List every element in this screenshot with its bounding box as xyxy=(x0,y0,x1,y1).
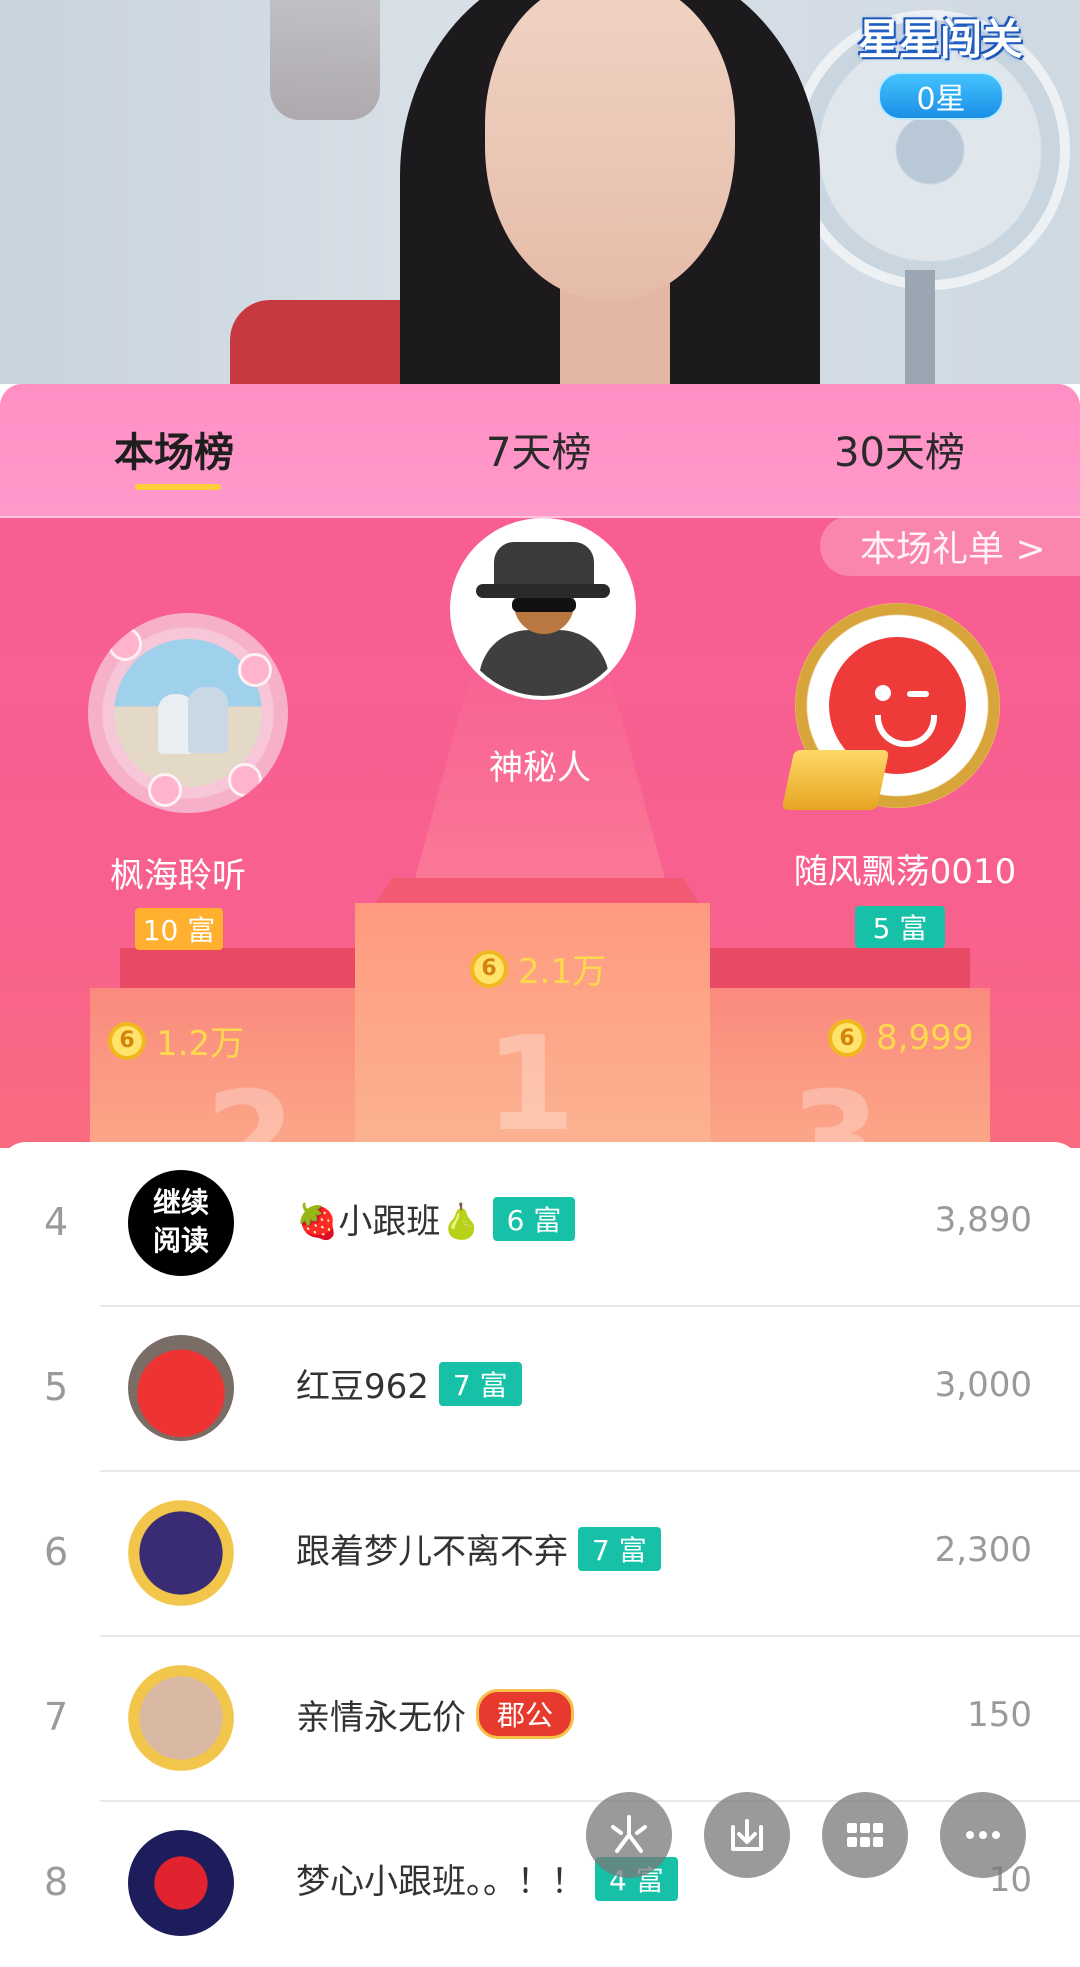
third-place-coins: 6 8,999 xyxy=(828,1018,973,1058)
grid-menu-button[interactable] xyxy=(822,1792,908,1878)
flower-decoration xyxy=(148,773,182,807)
tab-current-session[interactable]: 本场榜 xyxy=(114,420,234,478)
background-shelf xyxy=(270,0,380,120)
fan-stand xyxy=(905,270,935,384)
mystery-body xyxy=(479,630,609,696)
left-eye xyxy=(875,685,891,701)
user-name[interactable]: 红豆962 xyxy=(296,1359,429,1408)
grid-icon xyxy=(847,1823,883,1847)
avatar-text: 继续 阅读 xyxy=(152,1186,209,1257)
list-item[interactable]: 6 跟着梦儿不离不弃 7 富 2,300 xyxy=(0,1472,1080,1637)
smile xyxy=(875,715,937,747)
user-name-row: 🍓小跟班🍐 6 富 xyxy=(296,1194,576,1243)
podium-number-2: 2 xyxy=(205,1063,296,1148)
right-eye-wink xyxy=(907,691,929,697)
avatar[interactable] xyxy=(128,1830,234,1936)
score: 2,300 xyxy=(934,1530,1032,1570)
more-button[interactable] xyxy=(940,1792,1026,1878)
second-place-coin-value: 1.2万 xyxy=(156,1024,245,1064)
star-count-badge[interactable]: 0星 xyxy=(878,72,1004,120)
second-place-coins: 6 1.2万 xyxy=(108,1016,244,1065)
flower-decoration xyxy=(108,627,142,661)
couple-person-b xyxy=(188,687,228,753)
coin-icon: 6 xyxy=(828,1019,866,1057)
active-tab-indicator xyxy=(135,484,221,490)
rich-badge: 6 富 xyxy=(492,1196,576,1241)
rank-number: 5 xyxy=(44,1365,69,1409)
score: 3,890 xyxy=(934,1200,1032,1240)
tab-30-days[interactable]: 30天榜 xyxy=(834,420,965,478)
first-place-avatar[interactable] xyxy=(450,518,636,700)
user-name[interactable]: 🍓小跟班🍐 xyxy=(296,1194,483,1243)
rank-number: 4 xyxy=(44,1200,69,1244)
mystery-sunglasses xyxy=(512,598,576,612)
avatar[interactable] xyxy=(128,1665,234,1771)
podium-2-top xyxy=(120,948,365,993)
mystery-hat-brim xyxy=(476,584,610,598)
third-place-rich-badge: 5 富 xyxy=(855,906,945,948)
user-name-row: 跟着梦儿不离不弃 7 富 xyxy=(296,1524,661,1573)
game-title[interactable]: 星星闯关 xyxy=(840,6,1040,64)
avatar[interactable]: 继续 阅读 xyxy=(128,1170,234,1276)
download-icon xyxy=(731,1819,763,1851)
user-name[interactable]: 亲情永无价 xyxy=(296,1690,466,1739)
user-name[interactable]: 跟着梦儿不离不弃 xyxy=(296,1524,568,1573)
top-three-podium: 1 2 3 本场礼单 > 神秘人 6 2.1万 枫海聆听 10 富 6 1.2万 xyxy=(0,518,1080,1148)
rank-number: 6 xyxy=(44,1530,69,1574)
sparkle-icon xyxy=(611,1815,647,1853)
more-icon xyxy=(966,1831,1000,1839)
second-place-avatar[interactable] xyxy=(88,613,288,813)
first-place-name[interactable]: 神秘人 xyxy=(438,740,642,789)
podium-number-1: 1 xyxy=(485,1008,576,1148)
second-place-name[interactable]: 枫海聆听 xyxy=(78,848,278,897)
score: 3,000 xyxy=(934,1365,1032,1405)
list-item[interactable]: 5 红豆962 7 富 3,000 xyxy=(0,1307,1080,1472)
coin-icon: 6 xyxy=(470,949,508,988)
score: 150 xyxy=(967,1695,1032,1735)
tab-7-days[interactable]: 7天榜 xyxy=(486,420,591,478)
gold-bar-decoration xyxy=(781,750,890,810)
coin-icon: 6 xyxy=(108,1021,146,1060)
flower-decoration xyxy=(238,653,272,687)
podium-number-3: 3 xyxy=(790,1063,881,1148)
flower-decoration xyxy=(228,763,262,797)
session-gift-list-button[interactable]: 本场礼单 > xyxy=(820,518,1080,576)
ranking-list: 4 继续 阅读 🍓小跟班🍐 6 富 3,890 5 红豆962 7 富 3,00… xyxy=(0,1142,1080,1936)
second-place-rich-badge: 10 富 xyxy=(135,908,223,950)
noble-title-badge: 郡公 xyxy=(476,1689,575,1739)
avatar[interactable] xyxy=(128,1500,234,1606)
streamer-face xyxy=(485,0,735,300)
list-item[interactable]: 8 梦心小跟班。。！！ 4 富 10 xyxy=(0,1802,1080,1967)
third-place-coin-value: 8,999 xyxy=(876,1018,974,1058)
rich-badge: 7 富 xyxy=(438,1361,522,1406)
user-name[interactable]: 梦心小跟班。。！！ xyxy=(296,1854,585,1903)
sparkle-button[interactable] xyxy=(586,1792,672,1878)
first-place-coin-value: 2.1万 xyxy=(518,952,607,992)
podium-3-top xyxy=(710,948,970,993)
user-name-row: 红豆962 7 富 xyxy=(296,1359,522,1408)
ranking-tabs: 本场榜 7天榜 30天榜 xyxy=(0,384,1080,518)
user-name-row: 亲情永无价 郡公 xyxy=(296,1689,575,1739)
live-video[interactable]: 星星闯关 0星 xyxy=(0,0,1080,384)
rank-number: 7 xyxy=(44,1695,69,1739)
avatar[interactable] xyxy=(128,1335,234,1441)
rich-badge: 7 富 xyxy=(578,1526,661,1571)
rank-number: 8 xyxy=(44,1860,69,1904)
first-place-coins: 6 2.1万 xyxy=(470,944,606,993)
list-item[interactable]: 4 继续 阅读 🍓小跟班🍐 6 富 3,890 xyxy=(0,1142,1080,1307)
download-button[interactable] xyxy=(704,1792,790,1878)
third-place-name[interactable]: 随风飘荡0010 xyxy=(780,844,1030,893)
list-item[interactable]: 7 亲情永无价 郡公 150 xyxy=(0,1637,1080,1802)
